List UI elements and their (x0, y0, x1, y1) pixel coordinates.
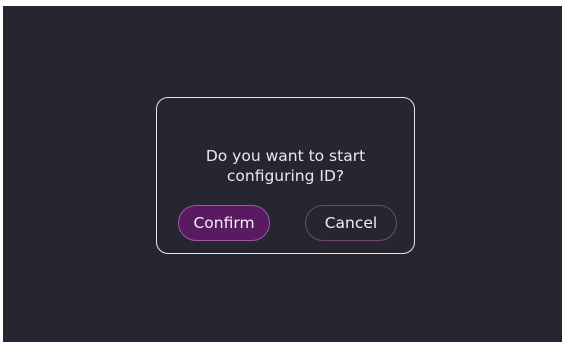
dialog-message-line: Do you want to start (205, 147, 366, 165)
confirm-dialog: Do you want to start configuring ID? Conf… (156, 97, 415, 254)
cancel-button[interactable]: Cancel (305, 205, 397, 241)
screen-background: Do you want to start configuring ID? Conf… (3, 6, 562, 342)
dialog-message-line: configuring ID? (226, 167, 345, 185)
confirm-button[interactable]: Confirm (178, 205, 270, 241)
dialog-message-text: Do you want to start configuring ID? (157, 146, 414, 186)
dialog-message: Do you want to start configuring ID? (157, 146, 414, 186)
